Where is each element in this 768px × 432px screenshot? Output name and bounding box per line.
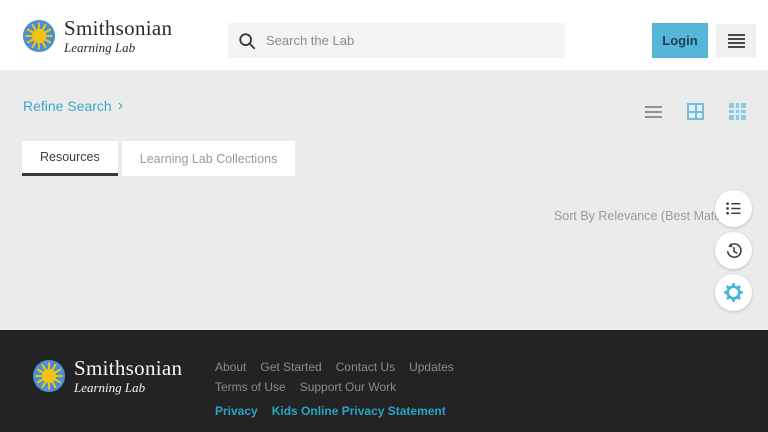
footer-links-privacy-row: Privacy Kids Online Privacy Statement xyxy=(215,404,485,418)
footer-brand-name: Smithsonian xyxy=(74,358,182,379)
smithsonian-learning-lab-page: Smithsonian Learning Lab Login Refine Se… xyxy=(0,0,768,432)
grid-view-icon[interactable] xyxy=(687,103,704,120)
footer-links: About Get Started Contact Us Updates Ter… xyxy=(215,360,485,424)
footer-links-row1: About Get Started Contact Us Updates xyxy=(215,360,485,374)
refine-search-link[interactable]: Refine Search › xyxy=(23,98,123,114)
history-icon xyxy=(724,241,744,261)
hamburger-line xyxy=(728,42,745,44)
search-bar xyxy=(228,23,565,58)
settings-button[interactable] xyxy=(715,274,752,311)
footer-logo[interactable]: Smithsonian Learning Lab xyxy=(32,358,182,394)
tab-resources[interactable]: Resources xyxy=(22,141,118,176)
header-logo[interactable]: Smithsonian Learning Lab xyxy=(22,18,172,54)
list-line xyxy=(645,111,662,113)
footer-link-updates[interactable]: Updates xyxy=(409,360,454,374)
hamburger-line xyxy=(728,34,745,36)
footer-link-privacy[interactable]: Privacy xyxy=(215,404,258,418)
sunburst-logo-icon xyxy=(32,359,66,393)
floating-action-column xyxy=(715,190,752,311)
list-view-icon[interactable] xyxy=(645,103,662,120)
hamburger-line xyxy=(728,38,745,40)
history-button[interactable] xyxy=(715,232,752,269)
chevron-right-icon: › xyxy=(118,99,123,113)
results-tabs: Resources Learning Lab Collections xyxy=(22,141,295,176)
hamburger-line xyxy=(728,46,745,48)
brand-subtitle: Learning Lab xyxy=(64,41,172,54)
search-input[interactable] xyxy=(266,33,555,48)
hamburger-menu-button[interactable] xyxy=(716,24,756,57)
footer-brand-text: Smithsonian Learning Lab xyxy=(74,358,182,394)
brand-name: Smithsonian xyxy=(64,18,172,39)
footer-link-get-started[interactable]: Get Started xyxy=(260,360,321,374)
saved-list-button[interactable] xyxy=(715,190,752,227)
header: Smithsonian Learning Lab Login xyxy=(0,0,768,70)
footer-link-about[interactable]: About xyxy=(215,360,246,374)
view-toggle-group xyxy=(645,103,746,120)
list-line xyxy=(645,106,662,108)
tab-learning-lab-collections[interactable]: Learning Lab Collections xyxy=(122,141,296,176)
search-icon xyxy=(238,32,256,50)
footer: Smithsonian Learning Lab About Get Start… xyxy=(0,330,768,432)
footer-brand-subtitle: Learning Lab xyxy=(74,381,182,394)
bulleted-list-icon xyxy=(724,199,743,218)
footer-link-terms[interactable]: Terms of Use xyxy=(215,380,286,394)
gear-icon xyxy=(723,282,744,303)
refine-search-label: Refine Search xyxy=(23,98,112,114)
footer-link-contact-us[interactable]: Contact Us xyxy=(336,360,395,374)
mosaic-view-icon[interactable] xyxy=(729,103,746,120)
sort-label: Sort By Relevance (Best Match) xyxy=(554,209,732,223)
footer-links-row2: Terms of Use Support Our Work xyxy=(215,380,485,394)
list-line xyxy=(645,116,662,118)
footer-link-support[interactable]: Support Our Work xyxy=(300,380,396,394)
login-button[interactable]: Login xyxy=(652,23,708,58)
footer-link-kids-privacy[interactable]: Kids Online Privacy Statement xyxy=(272,404,446,418)
brand-text: Smithsonian Learning Lab xyxy=(64,18,172,54)
sunburst-logo-icon xyxy=(22,19,56,53)
